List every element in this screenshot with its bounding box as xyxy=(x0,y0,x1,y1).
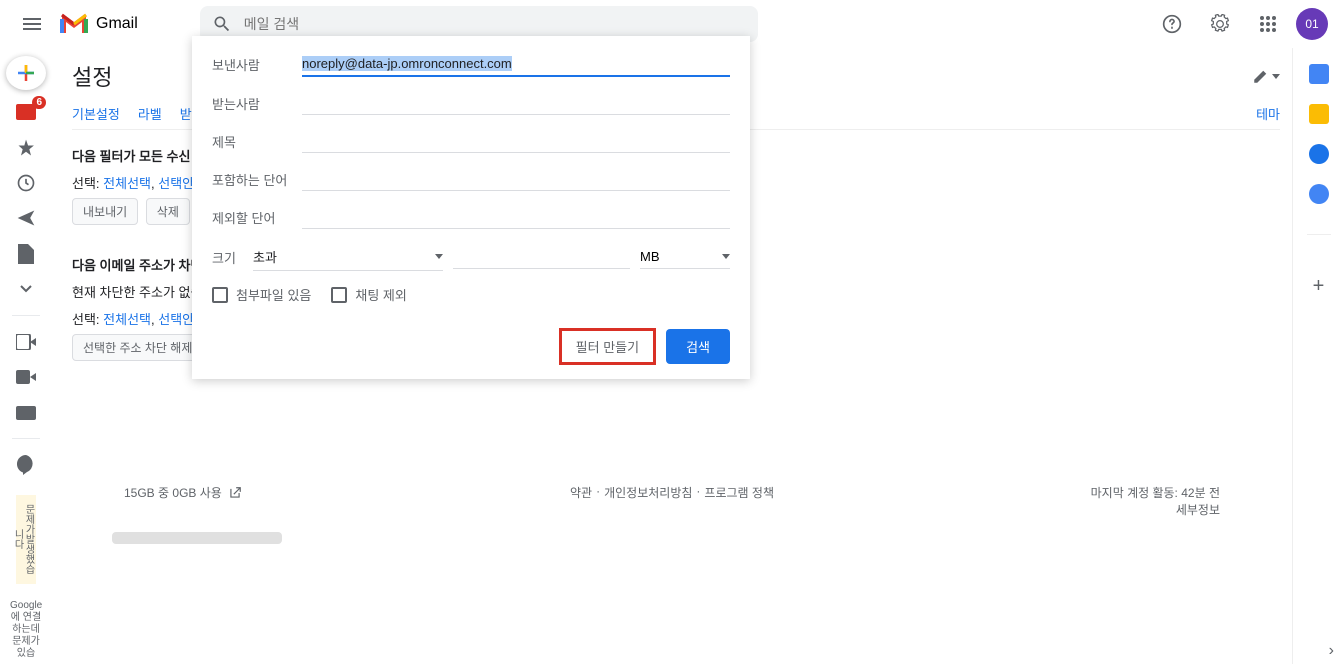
account-avatar[interactable]: 01 xyxy=(1296,8,1328,40)
caret-icon xyxy=(722,254,730,259)
hangouts-nav[interactable] xyxy=(10,451,42,478)
add-app-button[interactable]: + xyxy=(1313,275,1325,298)
contacts-app-icon[interactable] xyxy=(1309,184,1329,204)
gmail-icon xyxy=(60,13,88,35)
warning-strip: 문제가발생했습니다 xyxy=(16,495,36,584)
storage-text: 15GB 중 0GB 사용 xyxy=(124,484,222,501)
select-label: 선택: xyxy=(72,312,100,327)
chevron-down-icon xyxy=(20,285,32,293)
chat-icon xyxy=(17,455,35,475)
noword-input[interactable] xyxy=(302,205,730,229)
search-input[interactable] xyxy=(244,16,746,32)
details-link[interactable]: 세부정보 xyxy=(1091,501,1220,518)
policy-link[interactable]: 프로그램 정책 xyxy=(704,484,774,501)
starred-nav[interactable] xyxy=(10,134,42,161)
activity-text: 마지막 계정 활동: 42분 전 xyxy=(1091,484,1220,501)
terms-link[interactable]: 약관 xyxy=(570,484,592,501)
checkbox-icon xyxy=(331,287,347,303)
apps-button[interactable] xyxy=(1248,4,1288,44)
to-label: 받는사람 xyxy=(212,94,302,113)
meet-join-nav[interactable] xyxy=(10,363,42,390)
tab-label[interactable]: 라벨 xyxy=(138,104,162,123)
subject-label: 제목 xyxy=(212,132,302,151)
export-button[interactable]: 내보내기 xyxy=(72,198,138,225)
header-right: 01 xyxy=(1152,4,1336,44)
star-icon xyxy=(16,138,36,158)
expand-nav[interactable] xyxy=(10,276,42,303)
divider xyxy=(1307,234,1331,235)
caret-icon xyxy=(1272,74,1280,79)
main-menu-button[interactable] xyxy=(8,0,56,48)
noword-label: 제외할 단어 xyxy=(212,208,302,227)
hamburger-icon xyxy=(23,18,41,30)
size-label: 크기 xyxy=(212,248,253,267)
select-all-link[interactable]: 전체선택 xyxy=(103,312,151,327)
divider xyxy=(12,315,40,316)
file-icon xyxy=(18,244,34,264)
keep-app-icon[interactable] xyxy=(1309,104,1329,124)
select-label: 선택: xyxy=(72,176,100,191)
size-unit-select[interactable]: MB xyxy=(640,245,730,269)
has-attachment-checkbox[interactable]: 첨부파일 있음 xyxy=(212,285,311,304)
clock-icon xyxy=(16,173,36,193)
hasword-label: 포함하는 단어 xyxy=(212,170,302,189)
divider xyxy=(12,438,40,439)
external-link-icon[interactable] xyxy=(228,486,242,500)
from-input[interactable] xyxy=(302,52,730,77)
footer: 15GB 중 0GB 사용 약관 · 개인정보처리방침 · 프로그램 정책 마지… xyxy=(104,476,1240,526)
tab-basic[interactable]: 기본설정 xyxy=(72,104,120,123)
unblock-button[interactable]: 선택한 주소 차단 해제 xyxy=(72,334,203,361)
tab-theme[interactable]: 테마 xyxy=(1256,104,1280,123)
search-button[interactable]: 검색 xyxy=(666,329,730,364)
compose-button[interactable] xyxy=(6,56,46,90)
page-title: 설정 xyxy=(72,60,112,92)
search-icon xyxy=(212,14,232,34)
support-button[interactable] xyxy=(1152,4,1192,44)
calendar-app-icon[interactable] xyxy=(1309,64,1329,84)
search-filter-dropdown: 보낸사람 받는사람 제목 포함하는 단어 제외할 단어 크기 초과 MB 첨부파… xyxy=(192,36,750,379)
exclude-chat-checkbox[interactable]: 채팅 제외 xyxy=(331,285,406,304)
caret-icon xyxy=(435,254,443,259)
checkbox-icon xyxy=(212,287,228,303)
edit-button[interactable] xyxy=(1252,67,1280,85)
from-label: 보낸사람 xyxy=(212,55,302,74)
google-connect-text: Google에 연결하는데문제가있습 xyxy=(6,596,46,664)
pencil-icon xyxy=(1252,67,1270,85)
plus-icon xyxy=(14,61,38,85)
hasword-input[interactable] xyxy=(302,167,730,191)
inbox-nav[interactable]: 6 xyxy=(10,98,42,125)
drafts-nav[interactable] xyxy=(10,240,42,267)
left-rail: 6 문제가발생했습니다 Google에 연결하는데문제가있습 xyxy=(0,48,52,664)
gmail-logo[interactable]: Gmail xyxy=(60,13,138,35)
gear-icon xyxy=(1210,14,1230,34)
privacy-link[interactable]: 개인정보처리방침 xyxy=(604,484,692,501)
size-value-input[interactable] xyxy=(453,245,630,269)
video-icon xyxy=(16,334,36,350)
apps-icon xyxy=(1259,15,1277,33)
meet-new-nav[interactable] xyxy=(10,328,42,355)
select-all-link[interactable]: 전체선택 xyxy=(103,176,151,191)
subject-input[interactable] xyxy=(302,129,730,153)
sent-nav[interactable] xyxy=(10,205,42,232)
create-filter-button[interactable]: 필터 만들기 xyxy=(559,328,656,365)
sent-icon xyxy=(16,208,36,228)
keyboard-nav[interactable] xyxy=(10,399,42,426)
help-icon xyxy=(1162,14,1182,34)
tasks-app-icon[interactable] xyxy=(1309,144,1329,164)
to-input[interactable] xyxy=(302,91,730,115)
inbox-badge: 6 xyxy=(32,96,46,109)
scrollbar[interactable] xyxy=(112,532,282,544)
size-type-select[interactable]: 초과 xyxy=(253,243,443,271)
right-rail: + › xyxy=(1292,48,1344,664)
keyboard-icon xyxy=(16,406,36,420)
snoozed-nav[interactable] xyxy=(10,169,42,196)
settings-button[interactable] xyxy=(1200,4,1240,44)
delete-button[interactable]: 삭제 xyxy=(146,198,190,225)
gmail-text: Gmail xyxy=(96,15,138,33)
video-solid-icon xyxy=(16,370,36,384)
collapse-rail-button[interactable]: › xyxy=(1329,642,1334,660)
